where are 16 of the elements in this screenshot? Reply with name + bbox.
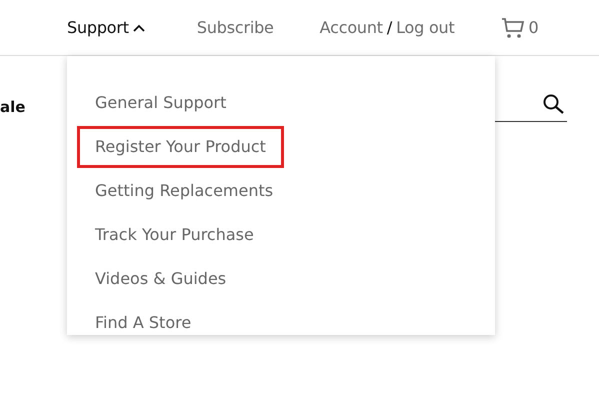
cart-button[interactable]: 0 [500, 16, 539, 40]
menu-item[interactable]: Register Your Product [77, 126, 284, 168]
menu-item[interactable]: Videos & Guides [77, 258, 244, 300]
subscribe-link[interactable]: Subscribe [196, 16, 274, 40]
account-link[interactable]: Account [320, 16, 383, 40]
separator-text: / [386, 16, 392, 38]
log-out-link[interactable]: Log out [396, 16, 455, 40]
search-icon[interactable] [543, 94, 565, 114]
menu-item[interactable]: Find A Store [77, 302, 210, 344]
caret-icon [132, 24, 145, 32]
category-link[interactable]: ale [0, 96, 26, 118]
menu-item[interactable]: Getting Replacements [77, 170, 292, 212]
cart-icon [500, 16, 525, 38]
menu-item[interactable]: Track Your Purchase [77, 214, 272, 256]
menu-item[interactable]: General Support [77, 82, 244, 124]
support-menu-toggle[interactable]: Support [67, 16, 145, 40]
